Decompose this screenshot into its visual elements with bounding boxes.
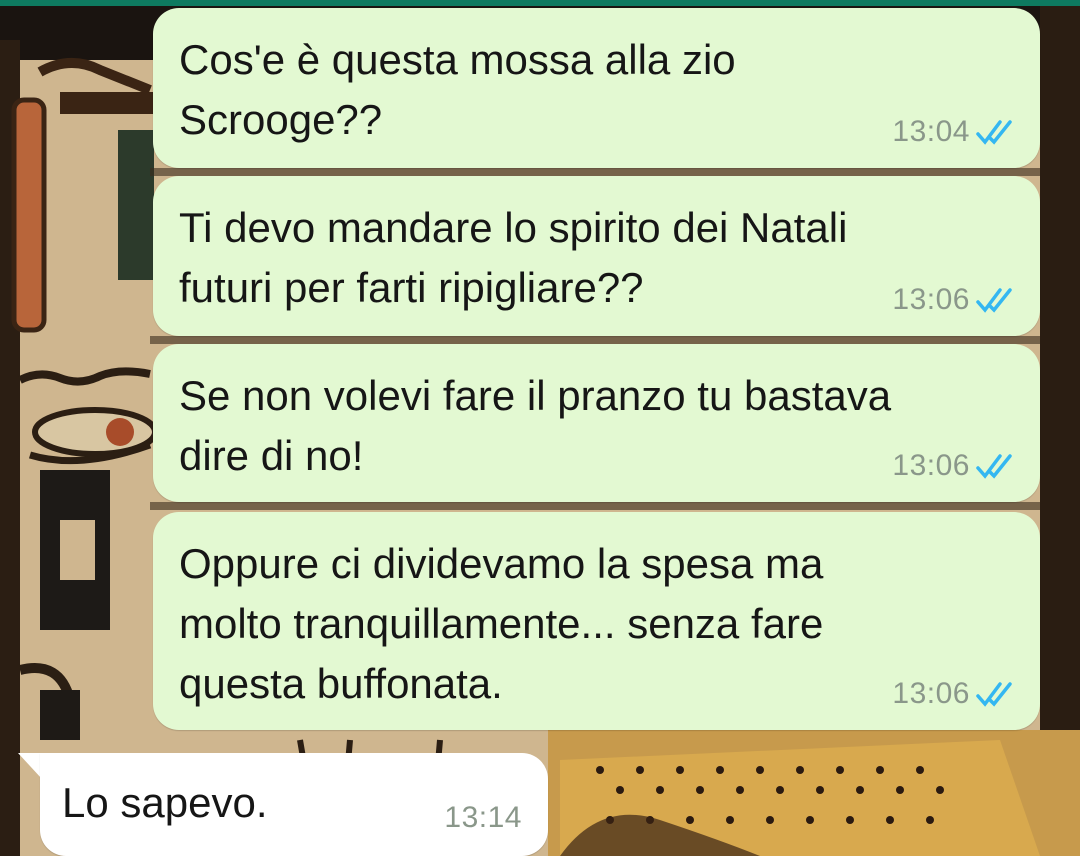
double-check-read-icon	[976, 120, 1012, 145]
message-text: Oppure ci dividevamo la spesa ma molto t…	[179, 540, 824, 707]
double-check-read-icon	[976, 288, 1012, 313]
message-meta: 13:14	[444, 798, 522, 838]
message-text: Se non volevi fare il pranzo tu bastava …	[179, 372, 892, 479]
message-time: 13:06	[892, 677, 970, 710]
message-text: Lo sapevo.	[62, 779, 268, 826]
incoming-message-bubble[interactable]: Lo sapevo. 13:14	[40, 753, 548, 856]
message-time: 13:06	[892, 449, 970, 482]
message-meta: 13:06	[892, 446, 1016, 486]
message-meta: 13:06	[892, 280, 1016, 320]
message-time: 13:06	[892, 283, 970, 316]
message-meta: 13:04	[892, 112, 1016, 152]
outgoing-message-bubble[interactable]: Oppure ci dividevamo la spesa ma molto t…	[153, 512, 1040, 730]
message-meta: 13:06	[892, 674, 1016, 714]
outgoing-message-bubble[interactable]: Ti devo mandare lo spirito dei Natali fu…	[153, 176, 1040, 336]
message-text: Cos'e è questa mossa alla zio Scrooge??	[179, 36, 736, 143]
outgoing-message-bubble[interactable]: Se non volevi fare il pranzo tu bastava …	[153, 344, 1040, 502]
app-top-bar	[0, 0, 1080, 6]
message-text: Ti devo mandare lo spirito dei Natali fu…	[179, 204, 848, 311]
incoming-bubble-tail	[18, 753, 42, 779]
double-check-read-icon	[976, 682, 1012, 707]
message-time: 13:04	[892, 115, 970, 148]
outgoing-message-bubble[interactable]: Cos'e è questa mossa alla zio Scrooge?? …	[153, 8, 1040, 168]
double-check-read-icon	[976, 454, 1012, 479]
message-time: 13:14	[444, 801, 522, 834]
